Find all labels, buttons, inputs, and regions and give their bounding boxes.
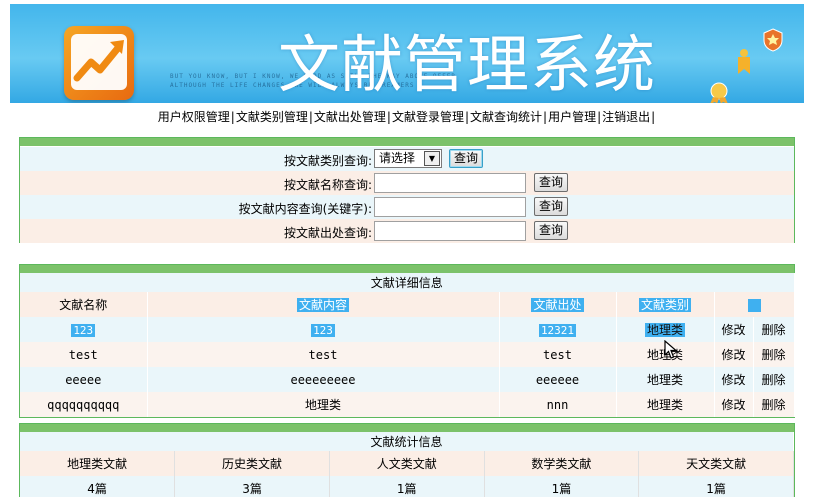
- detail-header-row: 文献名称 文献内容 文献出处 文献类别: [20, 292, 795, 317]
- source-query-button[interactable]: 查询: [534, 221, 569, 240]
- panel-topbar: [20, 424, 794, 432]
- table-row: eeeee eeeeeeeee eeeeee 地理类 修改 删除: [20, 367, 795, 392]
- nav-user-permission[interactable]: 用户权限管理: [158, 110, 230, 124]
- cell-content: 123: [147, 317, 500, 342]
- panel-topbar: [20, 265, 794, 273]
- nav-source-manage[interactable]: 文献出处管理: [314, 110, 386, 124]
- name-query-button[interactable]: 查询: [534, 173, 569, 192]
- cell-category: 地理类: [616, 367, 715, 392]
- stats-value: 1篇: [638, 476, 794, 497]
- nav-entry-manage[interactable]: 文献登录管理: [392, 110, 464, 124]
- delete-link[interactable]: 删除: [753, 342, 795, 367]
- cell-category: 地理类: [616, 392, 715, 417]
- cell-content: 地理类: [147, 392, 500, 417]
- search-row-category: 按文献类别查询: 请选择 ▼ 查询: [20, 147, 794, 171]
- stats-caption: 文献统计信息: [20, 432, 794, 451]
- search-content-label: 按文献内容查询(关键字):: [238, 202, 372, 216]
- search-row-content: 按文献内容查询(关键字): 查询: [20, 195, 794, 219]
- category-query-button[interactable]: 查询: [449, 149, 484, 168]
- main-nav: 用户权限管理|文献类别管理|文献出处管理|文献登录管理|文献查询统计|用户管理|…: [10, 106, 804, 128]
- cell-source: nnn: [499, 392, 617, 417]
- award-medal-icon: [710, 82, 728, 103]
- edit-link[interactable]: 修改: [714, 317, 754, 342]
- detail-table: 文献详细信息 文献名称 文献内容 文献出处 文献类别 123 123 12321…: [20, 273, 795, 417]
- header-content: 文献内容: [147, 292, 500, 317]
- cell-name: 123: [20, 317, 148, 342]
- delete-link[interactable]: 删除: [753, 392, 795, 417]
- edit-link[interactable]: 修改: [714, 392, 754, 417]
- nav-category-manage[interactable]: 文献类别管理: [236, 110, 308, 124]
- search-source-label: 按文献出处查询:: [283, 226, 372, 240]
- header-banner: BUT YOU KNOW, BUT I KNOW, WE GOOD AS STI…: [10, 4, 804, 103]
- nav-logout[interactable]: 注销退出: [602, 110, 650, 124]
- stats-header: 数学类文献: [484, 451, 640, 476]
- detail-panel: 文献详细信息 文献名称 文献内容 文献出处 文献类别 123 123 12321…: [19, 264, 795, 418]
- stats-header-row: 地理类文献 历史类文献 人文类文献 数学类文献 天文类文献: [20, 451, 794, 476]
- search-category-label: 按文献类别查询:: [283, 154, 372, 168]
- detail-caption: 文献详细信息: [20, 273, 795, 292]
- search-row-name: 按文献名称查询: 查询: [20, 171, 794, 195]
- delete-link[interactable]: 删除: [753, 367, 795, 392]
- stats-value: 4篇: [20, 476, 176, 497]
- page-title: 文献管理系统: [278, 28, 657, 101]
- header-source: 文献出处: [499, 292, 617, 317]
- category-select-value: 请选择: [379, 151, 416, 165]
- search-name-label: 按文献名称查询:: [283, 178, 372, 192]
- category-select[interactable]: 请选择 ▼: [374, 149, 442, 168]
- edit-link[interactable]: 修改: [714, 342, 754, 367]
- content-search-input[interactable]: [374, 197, 526, 217]
- search-panel: 按文献类别查询: 请选择 ▼ 查询 按文献名称查询: 查询 按文献内容查询(关键…: [19, 137, 795, 243]
- content-query-button[interactable]: 查询: [534, 197, 569, 216]
- stats-header: 人文类文献: [329, 451, 485, 476]
- name-search-input[interactable]: [374, 173, 526, 193]
- table-row: 123 123 12321 地理类 修改 删除: [20, 317, 795, 342]
- stats-header: 地理类文献: [20, 451, 176, 476]
- edit-link[interactable]: 修改: [714, 367, 754, 392]
- panel-topbar: [20, 138, 794, 146]
- cell-source: eeeeee: [499, 367, 617, 392]
- delete-link[interactable]: 删除: [753, 317, 795, 342]
- stats-value: 1篇: [484, 476, 640, 497]
- table-row: qqqqqqqqqq 地理类 nnn 地理类 修改 删除: [20, 392, 795, 417]
- cell-content: test: [147, 342, 500, 367]
- nav-separator: |: [651, 110, 656, 124]
- stats-value: 1篇: [329, 476, 485, 497]
- cell-category: 地理类: [616, 317, 715, 342]
- cell-source: 12321: [499, 317, 617, 342]
- logo-icon: [64, 26, 134, 100]
- stats-table: 文献统计信息 地理类文献 历史类文献 人文类文献 数学类文献 天文类文献 4篇 …: [20, 432, 794, 497]
- cell-name: test: [20, 342, 148, 367]
- stats-header: 天文类文献: [638, 451, 794, 476]
- cell-name: qqqqqqqqqq: [20, 392, 148, 417]
- nav-user-manage[interactable]: 用户管理: [548, 110, 596, 124]
- shield-icon: [763, 28, 783, 52]
- stats-header: 历史类文献: [174, 451, 330, 476]
- cell-content: eeeeeeeee: [147, 367, 500, 392]
- header-category: 文献类别: [616, 292, 715, 317]
- cell-name: eeeee: [20, 367, 148, 392]
- bookmark-ribbon-icon: [738, 49, 750, 74]
- source-search-input[interactable]: [374, 221, 526, 241]
- header-actions: [714, 292, 795, 317]
- stats-value-row: 4篇 3篇 1篇 1篇 1篇: [20, 476, 794, 497]
- search-row-source: 按文献出处查询: 查询: [20, 219, 794, 243]
- cell-source: test: [499, 342, 617, 367]
- stats-panel: 文献统计信息 地理类文献 历史类文献 人文类文献 数学类文献 天文类文献 4篇 …: [19, 423, 795, 497]
- stats-value: 3篇: [174, 476, 330, 497]
- nav-query-stats[interactable]: 文献查询统计: [470, 110, 542, 124]
- header-name: 文献名称: [20, 292, 148, 317]
- chevron-down-icon[interactable]: ▼: [424, 151, 440, 166]
- mouse-pointer-icon: [664, 340, 678, 359]
